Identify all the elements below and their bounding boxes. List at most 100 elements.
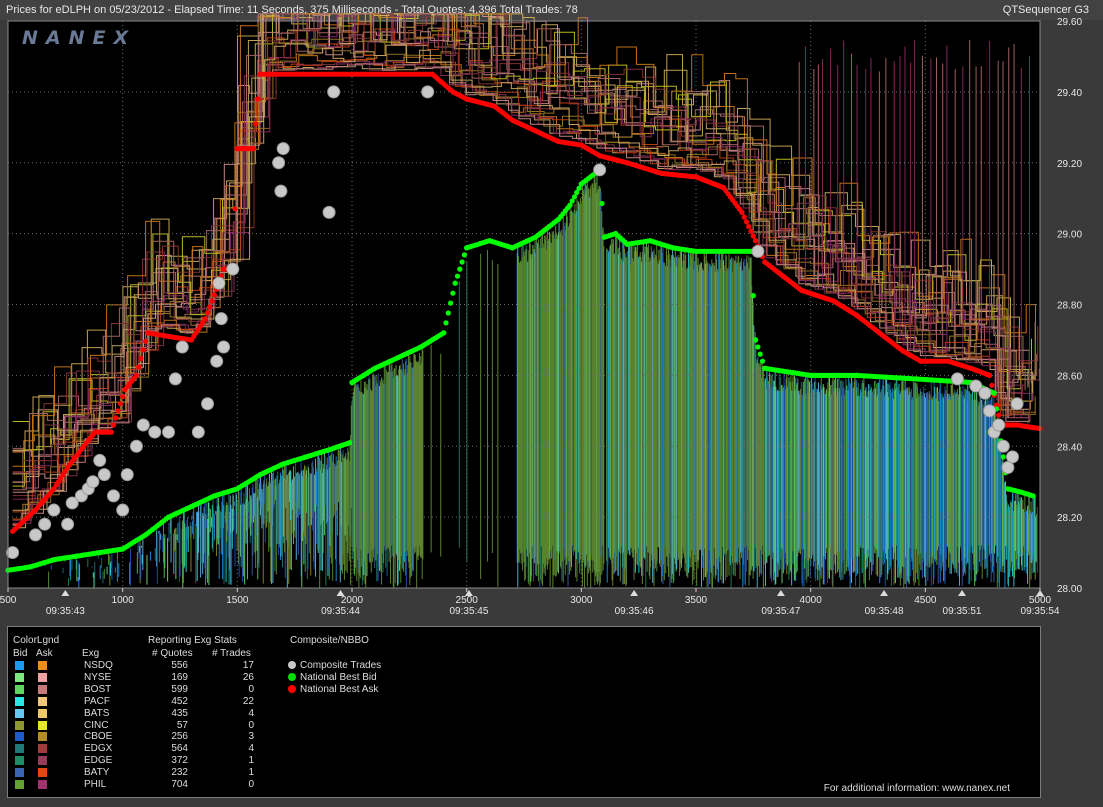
nbo-point	[255, 96, 261, 102]
nbb-point	[448, 300, 454, 306]
trade-point	[272, 156, 286, 170]
nbo-point	[741, 214, 747, 220]
legend-title: ColorLgnd	[13, 635, 60, 646]
trade-point	[61, 517, 75, 531]
nbo-point	[209, 298, 215, 304]
ask-color-swatch	[38, 696, 47, 706]
exchange-trades: 4	[248, 707, 254, 719]
exchange-trades: 0	[248, 779, 254, 790]
bid-color-swatch	[15, 661, 24, 670]
stats-title: Reporting Exg Stats	[148, 635, 237, 646]
y-tick-label: 28.20	[1057, 513, 1082, 524]
exchange-name: BATS	[84, 707, 110, 719]
trade-point	[97, 468, 111, 482]
bid-color-swatch	[15, 744, 24, 754]
nbo-point	[207, 304, 213, 310]
nbo-point	[746, 223, 752, 230]
time-label: 09:35:46	[615, 606, 654, 617]
ask-color-swatch	[38, 672, 47, 682]
x-tick-label: 5000	[1029, 595, 1052, 606]
trades-header: # Trades	[212, 648, 251, 659]
bid-color-swatch	[15, 696, 24, 706]
exchange-quotes: 169	[171, 671, 188, 683]
trade-point	[950, 372, 964, 386]
exchange-name: NYSE	[84, 671, 112, 683]
x-tick-label: 1500	[226, 595, 249, 606]
exchange-quotes: 256	[171, 731, 188, 743]
y-tick-label: 29.40	[1057, 88, 1082, 99]
exchange-trades: 1	[248, 767, 254, 779]
time-marker-icon	[336, 590, 345, 596]
bid-color-swatch	[15, 732, 24, 742]
trade-point	[593, 163, 607, 177]
time-label: 09:35:44	[321, 606, 360, 617]
bid-color-swatch	[15, 780, 24, 789]
exchange-trades: 22	[242, 695, 254, 707]
time-marker-icon	[958, 590, 967, 596]
trade-point	[983, 404, 997, 418]
trade-point	[212, 276, 226, 290]
nbb-point	[991, 390, 997, 396]
time-marker-icon	[61, 590, 70, 596]
nbb-point	[753, 337, 759, 343]
nbo-point	[250, 146, 256, 152]
exchange-quotes: 57	[176, 719, 188, 731]
bid-color-swatch	[15, 672, 24, 682]
time-label: 09:35:47	[761, 606, 800, 617]
nbb-point	[1030, 493, 1036, 499]
ask-color-swatch	[38, 732, 47, 742]
bid-color-swatch	[15, 756, 24, 766]
time-label: 09:35:48	[865, 606, 904, 617]
nbb-point	[445, 310, 451, 316]
trade-point	[322, 205, 336, 219]
trade-point	[201, 397, 215, 411]
nbb-point	[461, 252, 467, 258]
nbb-point	[599, 200, 605, 207]
legend-panel: ColorLgnd Bid Ask Exg Reporting Exg Stat…	[7, 626, 1041, 798]
time-label: 09:35:45	[449, 606, 488, 617]
y-tick-label: 28.00	[1057, 584, 1082, 595]
ask-color-swatch	[38, 720, 47, 730]
y-tick-label: 29.00	[1057, 230, 1082, 241]
x-tick-label: 2000	[341, 595, 364, 606]
trade-point	[274, 184, 288, 198]
trade-point	[210, 354, 224, 368]
nbb-point	[457, 266, 463, 272]
trade-point	[168, 372, 182, 386]
nbo-point	[115, 408, 121, 414]
nbo-point	[108, 429, 114, 435]
trade-point	[751, 244, 765, 258]
trade-point	[1010, 397, 1024, 411]
exchange-trades: 26	[242, 671, 254, 683]
footer-link[interactable]: For additional information: www.nanex.ne…	[824, 783, 1010, 794]
nbb-point	[755, 344, 761, 350]
exchange-quotes: 564	[171, 743, 188, 755]
exchange-quotes: 232	[171, 767, 188, 779]
nbo-point	[996, 412, 1002, 418]
price-chart: NANEX 29.60 29.40 29.20 29.00 28.80 28.60 28.40…	[0, 13, 1082, 617]
x-tick-label: 3000	[570, 595, 593, 606]
nbb-point	[443, 320, 449, 326]
exchange-trades: 4	[248, 743, 254, 755]
nbb-point	[450, 290, 456, 296]
time-label: 09:35:54	[1021, 606, 1060, 617]
time-marker-icon	[630, 590, 639, 596]
x-tick-label: 1000	[112, 595, 135, 606]
nbo-point	[136, 364, 142, 370]
legend-ask-header: Ask	[36, 648, 53, 659]
nbb-point	[347, 440, 353, 446]
trade-point	[214, 312, 228, 326]
ask-color-swatch	[38, 708, 47, 718]
nbo-point	[110, 422, 117, 428]
exchange-trades: 1	[248, 755, 254, 767]
nbo-point	[143, 338, 149, 344]
exchange-quotes: 372	[171, 755, 188, 767]
x-tick-label: 4000	[800, 595, 823, 606]
nbo-point	[204, 310, 211, 316]
trade-point	[38, 517, 52, 531]
watermark-logo: NANEX	[22, 27, 136, 49]
time-label: 09:35:51	[943, 606, 982, 617]
nbb-point	[459, 259, 465, 265]
time-label: 09:35:43	[46, 606, 85, 617]
trade-point	[276, 142, 290, 156]
